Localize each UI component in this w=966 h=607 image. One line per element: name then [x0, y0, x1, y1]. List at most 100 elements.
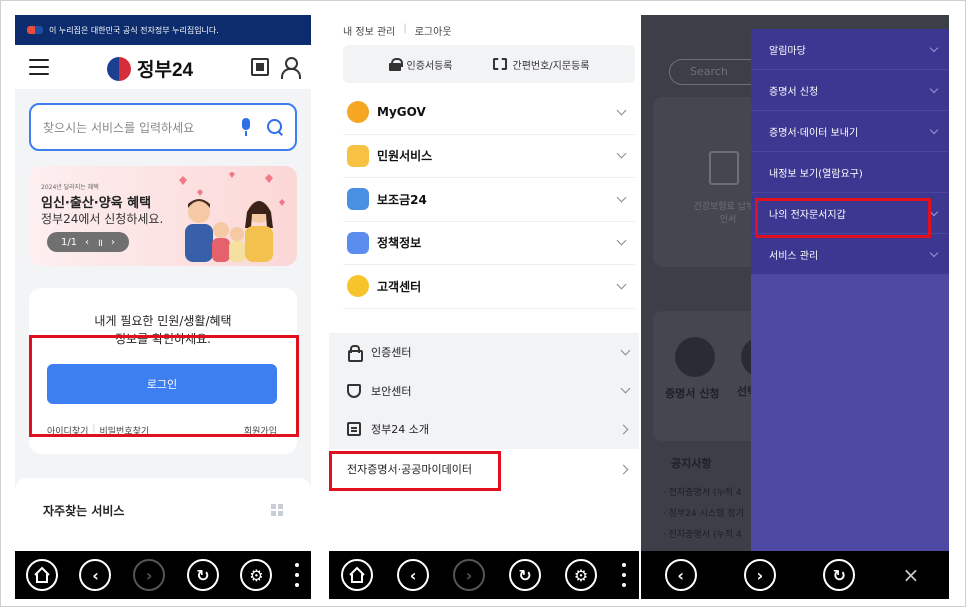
sub-label: 정부24 소개 [371, 423, 429, 437]
search-icon[interactable] [267, 119, 283, 135]
panel-drawer: Search 건강보험료 납부확인서 증명서 신청 선택 공지사항 · 전자증명… [641, 15, 949, 599]
cert-register-button[interactable]: 인증서등록 [388, 57, 453, 72]
nav-bar: ‹ › ↻ × [641, 551, 949, 599]
menu-item-civil-service[interactable]: 민원서비스 [343, 135, 635, 178]
panel-menu: 내 정보 관리 | 로그아웃 인증서등록 간편번호/지문등록 MyGOV 민원서… [329, 15, 639, 599]
panel-home: 이 누리집은 대한민국 공식 전자정부 누리집입니다. 정부24 찾으시는 서비… [15, 15, 311, 599]
menu-item-policy[interactable]: 정책정보 [343, 222, 635, 265]
menu-label: 고객센터 [377, 279, 422, 294]
qr-code-icon[interactable] [251, 58, 269, 76]
chevron-down-icon [616, 105, 627, 116]
chevron-down-icon [616, 235, 627, 246]
menu-label: 보조금24 [377, 192, 427, 207]
forward-icon[interactable]: › [133, 559, 166, 591]
forward-icon[interactable]: › [743, 559, 776, 591]
microphone-icon[interactable] [239, 118, 253, 136]
home-icon[interactable] [341, 559, 373, 591]
link-separator: | [403, 23, 407, 34]
sub-label: 보안센터 [371, 384, 412, 398]
settings-gear-icon[interactable]: ⚙ [240, 559, 273, 591]
refresh-icon[interactable]: ↻ [509, 559, 541, 591]
search-box[interactable]: 찾으시는 서비스를 입력하세요 [29, 103, 297, 151]
sub-item-about[interactable]: 정부24 소개 [329, 410, 639, 449]
drawer-label: 증명서·데이터 보내기 [769, 127, 859, 139]
drawer-label: 증명서 신청 [769, 86, 819, 98]
drawer-item-notice[interactable]: 알림마당 [751, 29, 949, 70]
menu-item-subsidy[interactable]: 보조금24 [343, 178, 635, 222]
promo-banner[interactable]: 2024년 달라지는 혜택 임신·출산·양육 혜택 정부24에서 신청하세요. … [29, 166, 297, 266]
logout-link[interactable]: 로그아웃 [415, 23, 452, 38]
menu-item-customer-center[interactable]: 고객센터 [343, 265, 635, 309]
header: 정부24 [15, 45, 311, 89]
drawer-item-cert-apply[interactable]: 증명서 신청 [751, 70, 949, 111]
hamburger-menu-icon[interactable] [29, 59, 49, 75]
drawer-item-send-data[interactable]: 증명서·데이터 보내기 [751, 111, 949, 152]
chevron-down-icon [929, 84, 939, 93]
drawer-list: 알림마당 증명서 신청 증명서·데이터 보내기 내정보 보기(열람요구) 나의 … [751, 29, 949, 275]
flag-icon [27, 26, 43, 34]
document-icon [709, 151, 739, 185]
gov-official-banner: 이 누리집은 대한민국 공식 전자정부 누리집입니다. [15, 15, 311, 45]
menu-label: 정책정보 [377, 236, 422, 251]
fingerprint-icon [492, 58, 507, 70]
chat-bubble-icon [347, 275, 369, 298]
chevron-right-icon [618, 464, 629, 474]
close-icon[interactable]: × [903, 563, 920, 587]
frequent-services-title: 자주찾는 서비스 [43, 504, 125, 518]
clipboard-icon [347, 231, 369, 254]
chevron-down-icon [616, 192, 627, 203]
drawer-label: 내정보 보기(열람요구) [769, 168, 863, 180]
background-notice-list: · 전자증명서 (누적 4 · 정부24 시스템 정기 · 전자증명서 (누적 … [663, 483, 744, 546]
promo-subtitle: 정부24에서 신청하세요. [41, 212, 164, 226]
chevron-down-icon [929, 125, 939, 134]
sub-menu: 인증센터 보안센터 정부24 소개 [329, 333, 639, 449]
search-input[interactable]: 찾으시는 서비스를 입력하세요 [43, 119, 239, 136]
header-icons [251, 57, 301, 79]
grid-icon[interactable] [271, 504, 283, 516]
logo[interactable]: 정부24 [107, 55, 193, 82]
highlight-box-e-wallet [755, 198, 931, 238]
pager-prev-icon[interactable]: ‹ [85, 237, 89, 248]
more-options-icon[interactable] [294, 563, 300, 587]
drawer-item-service-manage[interactable]: 서비스 관리 [751, 234, 949, 275]
chevron-down-icon [929, 207, 939, 216]
drawer-item-view-info[interactable]: 내정보 보기(열람요구) [751, 152, 949, 193]
notice-item: · 전자증명서 (누적 4 [663, 530, 742, 540]
settings-gear-icon[interactable]: ⚙ [565, 559, 597, 591]
home-icon[interactable] [25, 559, 58, 591]
notice-item: · 전자증명서 (누적 4 [663, 488, 742, 498]
top-links: 내 정보 관리 | 로그아웃 [343, 23, 452, 38]
side-drawer: 알림마당 증명서 신청 증명서·데이터 보내기 내정보 보기(열람요구) 나의 … [751, 29, 949, 553]
family-illustration [179, 172, 285, 262]
folder-icon [347, 144, 369, 167]
back-icon[interactable]: ‹ [79, 559, 112, 591]
lock-icon [347, 345, 363, 363]
taegeuk-logo-icon [107, 56, 131, 81]
notice-item: · 정부24 시스템 정기 [663, 509, 744, 519]
refresh-icon[interactable]: ↻ [186, 559, 219, 591]
menu-item-mygov[interactable]: MyGOV [343, 91, 635, 135]
forward-icon[interactable]: › [453, 559, 485, 591]
back-icon[interactable]: ‹ [664, 559, 697, 591]
main-menu: MyGOV 민원서비스 보조금24 정책정보 고객센터 [343, 91, 635, 309]
document-icon [347, 422, 361, 437]
pin-register-button[interactable]: 간편번호/지문등록 [492, 57, 589, 72]
nav-bar: ‹ › ↻ ⚙ [15, 551, 311, 599]
refresh-icon[interactable]: ↻ [823, 559, 856, 591]
sub-item-auth-center[interactable]: 인증센터 [329, 333, 639, 372]
pager-pause-icon[interactable]: ॥ [97, 235, 103, 249]
more-options-icon[interactable] [621, 563, 627, 587]
login-message-line1: 내게 필요한 민원/생활/혜택 [94, 314, 232, 328]
lock-icon [388, 57, 403, 71]
user-icon[interactable] [281, 57, 301, 79]
promo-title: 임신·출산·양육 혜택 [41, 196, 152, 211]
my-info-link[interactable]: 내 정보 관리 [343, 23, 395, 38]
menu-label: MyGOV [377, 105, 426, 120]
gov-banner-text: 이 누리집은 대한민국 공식 전자정부 누리집입니다. [49, 25, 219, 35]
logo-text: 정부24 [137, 60, 194, 81]
drawer-label: 알림마당 [769, 45, 806, 57]
pager-next-icon[interactable]: › [111, 237, 115, 248]
back-icon[interactable]: ‹ [397, 559, 429, 591]
sub-label: 인증센터 [371, 346, 412, 360]
sub-item-security-center[interactable]: 보안센터 [329, 372, 639, 411]
